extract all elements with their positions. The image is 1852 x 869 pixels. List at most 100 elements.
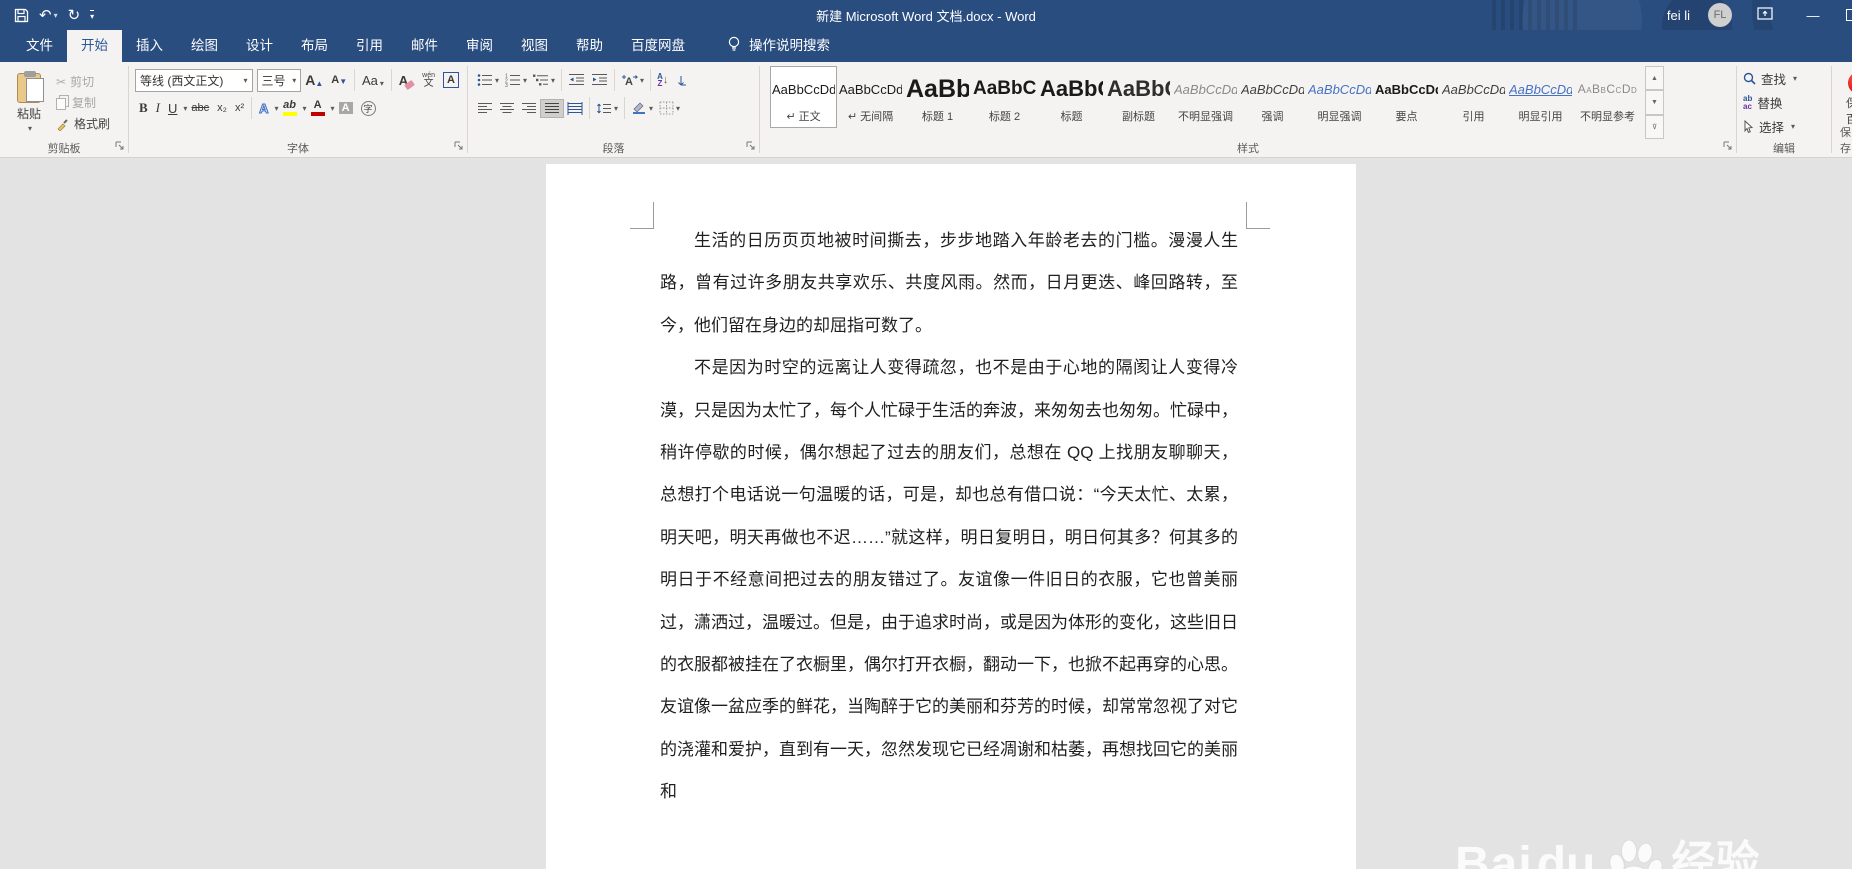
- numbering-button[interactable]: 1 2 3 ▾: [502, 71, 530, 89]
- tab-references[interactable]: 引用: [342, 27, 397, 62]
- style-quote[interactable]: AaBbCcDd 引用: [1440, 66, 1507, 128]
- cut-button[interactable]: ✂ 剪切: [56, 73, 110, 90]
- style-title[interactable]: AaBbCc 标题: [1038, 66, 1105, 128]
- strikethrough-button[interactable]: abc: [187, 100, 213, 116]
- bullets-icon: [477, 74, 492, 86]
- font-size-combobox[interactable]: 三号 ▾: [256, 68, 302, 92]
- style-label: 要点: [1395, 111, 1418, 123]
- group-styles: AaBbCcDd ↵ 正文 AaBbCcDd ↵ 无间隔 AaBbCc 标题 1 Aa…: [760, 62, 1736, 157]
- replace-button[interactable]: ab ac 替换: [1743, 93, 1827, 112]
- style-heading-1[interactable]: AaBbCc 标题 1: [904, 66, 971, 128]
- tab-mailings[interactable]: 邮件: [397, 27, 452, 62]
- borders-button[interactable]: ▾: [656, 99, 683, 117]
- tab-baidu-netdisk[interactable]: 百度网盘: [617, 27, 699, 62]
- style-emphasis[interactable]: AaBbCcDd 强调: [1239, 66, 1306, 128]
- align-center-button[interactable]: [496, 100, 518, 117]
- minimize-button[interactable]: —: [1798, 8, 1828, 23]
- paragraph-dialog-launcher[interactable]: [746, 141, 756, 154]
- style-subtitle[interactable]: AaBbCc 副标题: [1105, 66, 1172, 128]
- decrease-indent-button[interactable]: [565, 71, 588, 89]
- justify-button[interactable]: [540, 98, 564, 118]
- clipboard-dialog-launcher[interactable]: [115, 141, 125, 154]
- text-effects-button[interactable]: A: [255, 99, 272, 118]
- tab-review[interactable]: 审阅: [452, 27, 507, 62]
- styles-dialog-launcher[interactable]: [1723, 141, 1733, 154]
- superscript-button[interactable]: x²: [231, 100, 248, 116]
- style-label: 明显强调: [1317, 111, 1362, 123]
- line-spacing-button[interactable]: ▾: [593, 100, 621, 117]
- undo-button[interactable]: ↶ ▾: [39, 6, 58, 24]
- redo-button[interactable]: ↻: [68, 6, 81, 24]
- paragraph-1[interactable]: 生活的日历页页地被时间撕去，步步地踏入年龄老去的门槛。漫漫人生路，曾有过许多朋友…: [660, 220, 1238, 347]
- font-color-button[interactable]: A: [307, 98, 329, 118]
- cut-label: 剪切: [70, 75, 95, 89]
- avatar[interactable]: FL: [1708, 3, 1732, 27]
- tell-me-search[interactable]: 操作说明搜索: [727, 34, 830, 62]
- font-name-combobox[interactable]: 等线 (西文正文) ▾: [135, 68, 253, 92]
- document-page[interactable]: 生活的日历页页地被时间撕去，步步地踏入年龄老去的门槛。漫漫人生路，曾有过许多朋友…: [546, 164, 1356, 869]
- style-no-spacing[interactable]: AaBbCcDd ↵ 无间隔: [837, 66, 904, 128]
- tab-design[interactable]: 设计: [232, 27, 287, 62]
- asian-layout-icon: A: [622, 74, 639, 87]
- tab-home[interactable]: 开始: [67, 27, 122, 62]
- font-dialog-launcher[interactable]: [454, 141, 464, 154]
- clear-formatting-button[interactable]: A: [395, 71, 418, 90]
- shrink-font-button[interactable]: A ▼: [327, 72, 351, 88]
- style-subtle-emphasis[interactable]: AaBbCcDd 不明显强调: [1172, 66, 1239, 128]
- find-caret-icon: ▾: [1793, 74, 1798, 83]
- decrease-indent-icon: [569, 74, 585, 85]
- grow-font-button[interactable]: A ▲: [301, 70, 327, 90]
- shading-button[interactable]: ▾: [628, 99, 656, 117]
- customize-qat-button[interactable]: ▾: [90, 9, 95, 21]
- undo-caret-icon[interactable]: ▾: [54, 11, 58, 20]
- style-label: 不明显参考: [1580, 111, 1635, 123]
- highlight-color-button[interactable]: ab: [279, 98, 301, 118]
- save-icon[interactable]: [14, 8, 29, 23]
- tab-insert[interactable]: 插入: [122, 27, 177, 62]
- underline-button[interactable]: U: [164, 99, 181, 118]
- style-subtle-reference[interactable]: AaBbCcDd 不明显参考: [1574, 66, 1641, 128]
- maximize-button[interactable]: [1846, 9, 1852, 21]
- distribute-button[interactable]: [564, 100, 586, 117]
- align-right-button[interactable]: [518, 100, 540, 117]
- styles-gallery-more-button[interactable]: ⊽: [1645, 114, 1664, 139]
- style-intense-quote[interactable]: AaBbCcDd 明显引用: [1507, 66, 1574, 128]
- user-name[interactable]: fei li: [1667, 8, 1690, 23]
- subscript-button[interactable]: x₂: [213, 100, 231, 116]
- tab-view[interactable]: 视图: [507, 27, 562, 62]
- sort-button[interactable]: A Z ↓: [654, 71, 671, 89]
- document-text[interactable]: 生活的日历页页地被时间撕去，步步地踏入年龄老去的门槛。漫漫人生路，曾有过许多朋友…: [660, 220, 1238, 814]
- find-button[interactable]: 查找 ▾: [1743, 69, 1827, 88]
- style-intense-emphasis[interactable]: AaBbCcDd 明显强调: [1306, 66, 1373, 128]
- tab-help[interactable]: 帮助: [562, 27, 617, 62]
- paragraph-2[interactable]: 不是因为时空的远离让人变得疏忽，也不是由于心地的隔阂让人变得冷漠，只是因为太忙了…: [660, 347, 1238, 813]
- style-normal[interactable]: AaBbCcDd ↵ 正文: [770, 66, 837, 128]
- bullets-button[interactable]: ▾: [474, 71, 502, 89]
- asian-layout-button[interactable]: A ▾: [618, 72, 647, 89]
- styles-scroll-up-button[interactable]: ▲: [1645, 66, 1664, 91]
- copy-button[interactable]: 复制: [56, 94, 110, 111]
- character-shading-button[interactable]: A: [335, 100, 357, 116]
- align-left-button[interactable]: [474, 100, 496, 117]
- character-border-button[interactable]: A: [439, 70, 463, 90]
- phonetic-guide-button[interactable]: wén 文: [418, 70, 439, 91]
- change-case-button[interactable]: Aa ▾: [358, 71, 388, 90]
- select-button[interactable]: 选择 ▾: [1743, 117, 1827, 136]
- style-heading-2[interactable]: AaBbCc 标题 2: [971, 66, 1038, 128]
- multilevel-list-button[interactable]: ▾: [530, 71, 558, 89]
- increase-indent-icon: [592, 74, 608, 85]
- watermark-bai: Bai: [1455, 838, 1533, 869]
- tab-layout[interactable]: 布局: [287, 27, 342, 62]
- tab-file[interactable]: 文件: [12, 27, 67, 62]
- increase-indent-button[interactable]: [588, 71, 611, 89]
- tab-draw[interactable]: 绘图: [177, 27, 232, 62]
- format-painter-button[interactable]: 格式刷: [56, 115, 110, 132]
- italic-button[interactable]: I: [152, 98, 164, 118]
- styles-scroll-down-button[interactable]: ▼: [1645, 90, 1664, 115]
- style-strong[interactable]: AaBbCcDd 要点: [1373, 66, 1440, 128]
- paste-button[interactable]: 粘贴 ▾: [6, 66, 52, 139]
- enclose-characters-button[interactable]: 字: [357, 99, 380, 118]
- ribbon-display-options-button[interactable]: [1750, 7, 1780, 23]
- bold-button[interactable]: B: [135, 98, 152, 118]
- show-hide-marks-button[interactable]: [671, 72, 692, 89]
